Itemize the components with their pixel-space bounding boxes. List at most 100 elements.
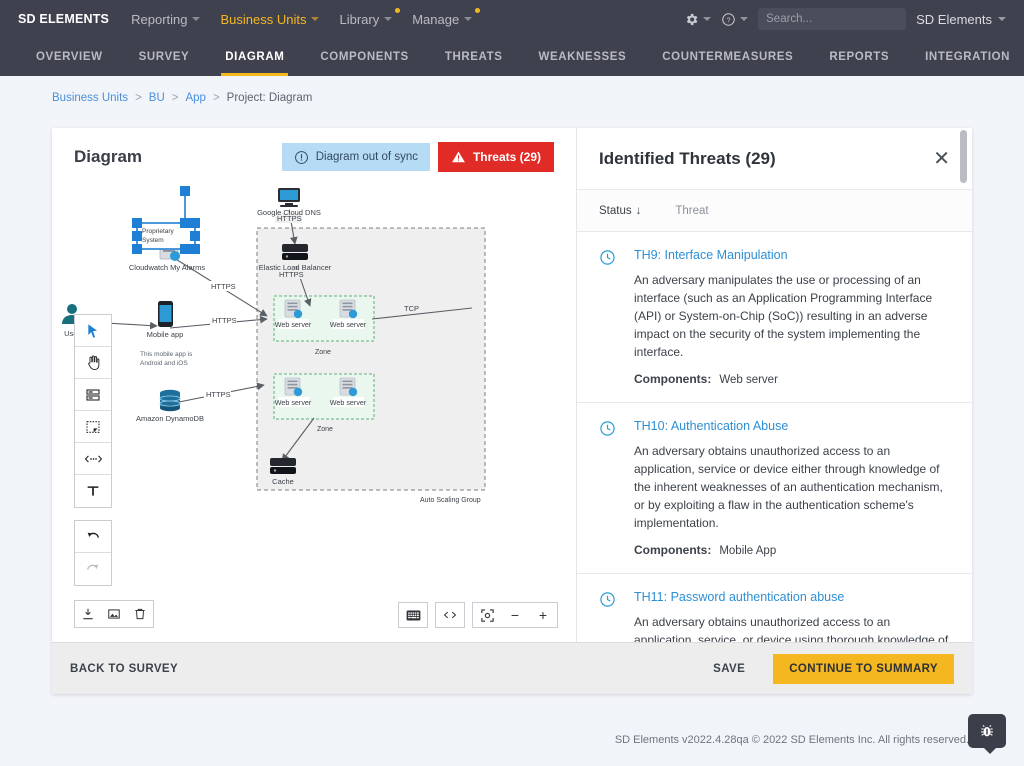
topnav-label: Reporting: [131, 11, 188, 27]
threat-list-item[interactable]: TH11: Password authentication abuse An a…: [577, 574, 972, 642]
node-amazon-dynamodb[interactable]: Amazon DynamoDB: [136, 389, 204, 423]
download-icon: [83, 608, 93, 620]
notification-dot-icon: [395, 7, 401, 13]
diagram-out-of-sync-badge[interactable]: Diagram out of sync: [281, 143, 430, 171]
tab-overview[interactable]: OVERVIEW: [18, 38, 121, 76]
threat-name-link[interactable]: TH10: Authentication Abuse: [634, 419, 950, 433]
threat-list-item[interactable]: TH10: Authentication Abuse An adversary …: [577, 403, 972, 574]
node-proprietary-system[interactable]: Proprietary System: [132, 186, 200, 254]
undo-icon: [87, 532, 100, 538]
components-label: Components:: [634, 372, 712, 386]
notification-dot-icon: [475, 7, 481, 13]
pointer-tool-button[interactable]: [75, 315, 111, 347]
save-button[interactable]: SAVE: [707, 662, 751, 676]
keyboard-shortcuts-button[interactable]: [399, 603, 427, 627]
node-google-cloud-dns[interactable]: Google Cloud DNS: [257, 188, 321, 217]
threat-list-item[interactable]: TH9: Interface Manipulation An adversary…: [577, 232, 972, 403]
svg-text:Cloudwatch My Alarms: Cloudwatch My Alarms: [129, 263, 206, 272]
threats-panel-title: Identified Threats (29): [599, 148, 776, 168]
download-button[interactable]: [75, 601, 101, 627]
threat-name-link[interactable]: TH11: Password authentication abuse: [634, 590, 950, 604]
diagram-canvas[interactable]: Auto Scaling Group Zone Zone HTTPS HTTPS…: [52, 186, 576, 642]
breadcrumb-link-business-units[interactable]: Business Units: [52, 92, 128, 104]
threat-description: An adversary manipulates the use or proc…: [634, 273, 933, 359]
warning-triangle-icon: [452, 151, 465, 163]
tab-threats[interactable]: THREATS: [427, 38, 521, 76]
node-label-line2: System: [142, 237, 164, 244]
copyright-text: SD Elements v2022.4.28qa © 2022 SD Eleme…: [614, 734, 969, 746]
export-image-button[interactable]: [101, 601, 127, 627]
topnav-item-business-units[interactable]: Business Units: [220, 12, 320, 27]
brand-logo[interactable]: SD ELEMENTS: [18, 12, 109, 26]
redo-tool-button[interactable]: [75, 553, 111, 585]
chevron-down-icon: [998, 17, 1006, 21]
bug-icon: [981, 724, 993, 737]
label-auto-scaling-group: Auto Scaling Group: [420, 497, 481, 504]
close-icon[interactable]: ✕: [933, 149, 950, 169]
source-code-group: [435, 602, 465, 628]
tab-weaknesses[interactable]: WEAKNESSES: [520, 38, 644, 76]
column-header-status[interactable]: Status ↓: [599, 205, 641, 217]
clock-icon: [599, 590, 616, 642]
select-area-tool-button[interactable]: [75, 411, 111, 443]
user-menu-label: SD Elements: [916, 11, 992, 27]
tab-survey[interactable]: SURVEY: [121, 38, 208, 76]
threat-components: Components: Web server: [634, 372, 950, 386]
topnav-item-manage[interactable]: Manage: [412, 7, 481, 27]
gear-icon: [687, 13, 698, 25]
threats-scrollbar[interactable]: [960, 130, 967, 645]
select-area-icon: [86, 420, 100, 433]
note-mobile-line1: This mobile app is: [140, 351, 193, 358]
breadcrumb-link-bu[interactable]: BU: [149, 92, 165, 104]
connector-tool-button[interactable]: [75, 443, 111, 475]
label-zone-2: Zone: [317, 426, 333, 433]
delete-button[interactable]: [127, 601, 153, 627]
settings-menu[interactable]: [684, 12, 712, 27]
components-value: Mobile App: [719, 545, 777, 557]
zoom-out-button[interactable]: −: [501, 603, 529, 627]
undo-tool-button[interactable]: [75, 521, 111, 553]
threat-name-link[interactable]: TH9: Interface Manipulation: [634, 248, 950, 262]
hand-tool-button[interactable]: [75, 347, 111, 379]
shapes-tool-button[interactable]: [75, 379, 111, 411]
tab-label: INTEGRATION: [925, 51, 1011, 63]
zoom-in-button[interactable]: +: [529, 603, 557, 627]
breadcrumb-separator: >: [212, 92, 220, 104]
node-mobile-app[interactable]: Mobile app This mobile app is Android an…: [140, 301, 193, 367]
tab-label: COUNTERMEASURES: [662, 51, 794, 63]
tab-integration[interactable]: INTEGRATION: [907, 38, 1024, 76]
search-input[interactable]: [758, 8, 907, 30]
threats-button[interactable]: Threats (29): [437, 142, 554, 172]
bug-report-button[interactable]: [968, 714, 1006, 754]
tab-components[interactable]: COMPONENTS: [302, 38, 426, 76]
svg-text:TCP: TCP: [404, 304, 419, 313]
column-header-threat: Threat: [675, 204, 709, 217]
tab-reports[interactable]: REPORTS: [811, 38, 907, 76]
diagram-drawing[interactable]: Auto Scaling Group Zone Zone HTTPS HTTPS…: [52, 186, 576, 642]
diagram-view-tools: − +: [398, 602, 558, 628]
topnav-item-library[interactable]: Library: [339, 7, 401, 27]
footer-actions: SAVE CONTINUE TO SUMMARY: [707, 653, 954, 684]
keyboard-icon: [406, 610, 420, 620]
user-menu[interactable]: SD Elements: [916, 12, 1006, 27]
threat-description: An adversary obtains unauthorized access…: [634, 615, 949, 642]
edge-label-https-cloudwatch: HTTPS: [209, 281, 236, 291]
continue-to-summary-button[interactable]: CONTINUE TO SUMMARY: [773, 653, 954, 684]
topnav-label: Library: [339, 11, 380, 27]
tab-countermeasures[interactable]: COUNTERMEASURES: [644, 38, 811, 76]
topnav-item-reporting[interactable]: Reporting: [131, 11, 201, 27]
fit-to-screen-button[interactable]: [473, 603, 501, 627]
breadcrumb-link-app[interactable]: App: [185, 92, 205, 104]
node-cache[interactable]: Cache: [270, 458, 296, 486]
source-code-button[interactable]: [436, 603, 464, 627]
threats-panel-header: Identified Threats (29) ✕: [577, 128, 972, 190]
scrollbar-thumb[interactable]: [960, 130, 967, 183]
text-tool-button[interactable]: [75, 475, 111, 507]
threats-list[interactable]: TH9: Interface Manipulation An adversary…: [577, 232, 972, 642]
back-to-survey-link[interactable]: BACK TO SURVEY: [70, 663, 178, 675]
tab-label: THREATS: [444, 51, 503, 63]
edge-label-https-dynamodb: HTTPS: [204, 389, 231, 399]
zoom-controls-group: − +: [472, 602, 558, 628]
tab-diagram[interactable]: DIAGRAM: [207, 38, 302, 76]
help-menu[interactable]: ?: [721, 12, 749, 27]
